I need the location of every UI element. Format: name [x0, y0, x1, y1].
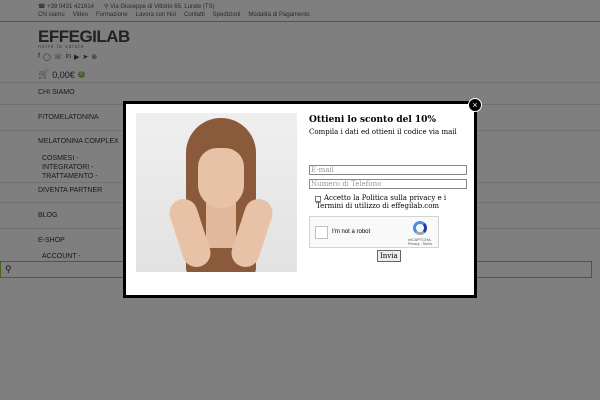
close-icon[interactable]: ×: [468, 98, 482, 112]
popup-title: Ottieni lo sconto del 10%: [309, 115, 436, 125]
privacy-text-2: Termini di utilizzo di effegilab.com: [316, 202, 440, 210]
recaptcha-widget: I'm not a robot reCAPTCHA Privacy - Term…: [309, 216, 439, 248]
recaptcha-checkbox[interactable]: [315, 226, 328, 239]
recaptcha-icon: [413, 221, 427, 235]
popup-subtitle: Compila i dati ed ottieni il codice via …: [309, 128, 457, 136]
discount-popup: Ottieni lo sconto del 10% Compila i dati…: [123, 101, 477, 298]
model-photo: [136, 113, 297, 272]
recaptcha-links[interactable]: Privacy - Terms: [408, 242, 432, 246]
recaptcha-label: I'm not a robot: [332, 229, 371, 235]
phone-field[interactable]: Numero di Telefono: [309, 179, 467, 189]
privacy-consent: Accetto la Politica sulla privacy e i Te…: [315, 194, 466, 210]
privacy-text-1: Accetto la Politica sulla privacy e i: [324, 194, 447, 202]
email-field[interactable]: E-mail: [309, 165, 467, 175]
submit-button[interactable]: Invia: [377, 250, 401, 262]
privacy-checkbox[interactable]: [315, 196, 321, 202]
